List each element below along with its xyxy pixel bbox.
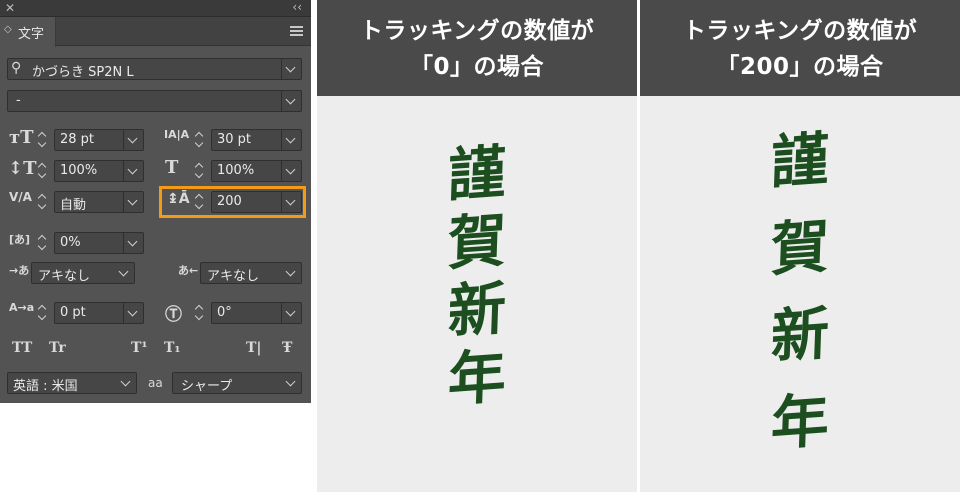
tab-character[interactable]: ◇ 文字 xyxy=(0,17,56,47)
calligraphy-char: 年 xyxy=(769,385,831,459)
chevron-down-icon xyxy=(120,379,132,387)
aki-after-value: アキなし xyxy=(207,269,260,284)
card-header-line1: トラッキングの数値が xyxy=(359,18,595,44)
rotation-value: 0° xyxy=(217,305,232,320)
aki-before-value: アキなし xyxy=(38,269,91,284)
antialias-value: シャープ xyxy=(181,379,233,394)
chevron-down-icon xyxy=(285,269,297,277)
font-size-field[interactable]: 28 pt xyxy=(54,129,144,151)
close-icon[interactable]: ✕ xyxy=(5,0,15,16)
calligraphy-text: 謹 賀 新 年 xyxy=(750,118,850,466)
comparison-card-tracking-200: トラッキングの数値が 「200」の場合 謹 賀 新 年 xyxy=(640,0,960,492)
calligraphy-char: 謹 xyxy=(769,124,831,198)
vertical-scale-value: 100% xyxy=(60,163,98,178)
aki-after-select[interactable]: アキなし xyxy=(200,262,302,284)
rotation-icon: Ⓣ xyxy=(165,305,182,325)
baseline-shift-value: 0 pt xyxy=(60,305,86,320)
aki-before-select[interactable]: アキなし xyxy=(31,262,135,284)
horizontal-scale-field[interactable]: 100% xyxy=(211,160,302,182)
font-size-stepper[interactable] xyxy=(35,129,51,151)
font-style-select[interactable]: - xyxy=(7,90,302,112)
tsume-field[interactable]: 0% xyxy=(54,232,144,254)
card-header: トラッキングの数値が 「200」の場合 xyxy=(640,0,960,96)
small-caps-icon[interactable]: Tr xyxy=(49,340,66,356)
tab-bar: ◇ 文字 xyxy=(0,17,311,47)
language-value: 英語 : 米国 xyxy=(13,379,78,394)
chevron-down-icon xyxy=(285,379,297,387)
underline-icon[interactable]: T| xyxy=(246,340,262,356)
horizontal-scale-icon: T xyxy=(165,157,179,178)
rotation-field[interactable]: 0° xyxy=(211,302,302,324)
calligraphy-char: 新 xyxy=(446,273,508,347)
tsume-icon: [あ] xyxy=(9,233,31,246)
tsume-value: 0% xyxy=(60,235,81,250)
antialias-icon: aa xyxy=(148,376,163,390)
subscript-icon[interactable]: T₁ xyxy=(164,340,181,356)
chevron-down-icon xyxy=(285,136,297,144)
calligraphy-char: 賀 xyxy=(769,211,831,285)
calligraphy-char: 謹 xyxy=(446,137,508,211)
all-caps-icon[interactable]: TT xyxy=(12,340,32,356)
baseline-shift-field[interactable]: 0 pt xyxy=(54,302,144,324)
chevron-down-icon xyxy=(285,97,297,105)
chevron-down-icon xyxy=(127,136,139,144)
chevron-down-icon xyxy=(285,167,297,175)
card-header-line2: 「200」の場合 xyxy=(716,54,884,80)
kerning-icon: V/A xyxy=(9,190,32,204)
leading-stepper[interactable] xyxy=(192,129,208,151)
horizontal-scale-stepper[interactable] xyxy=(192,160,208,182)
kerning-stepper[interactable] xyxy=(35,191,51,213)
leading-field[interactable]: 30 pt xyxy=(211,129,302,151)
strikethrough-icon[interactable]: Ŧ xyxy=(282,340,292,356)
leading-value: 30 pt xyxy=(217,132,252,147)
font-family-select[interactable]: かづらき SP2N L ⚲ xyxy=(7,58,302,80)
collapse-icon[interactable]: ‹‹ xyxy=(292,0,302,15)
tsume-stepper[interactable] xyxy=(35,232,51,254)
font-size-icon: ᴛT xyxy=(9,127,34,148)
search-icon: ⚲ xyxy=(11,60,22,76)
chevron-down-icon xyxy=(127,198,139,206)
horizontal-scale-value: 100% xyxy=(217,163,255,178)
card-header-line1: トラッキングの数値が xyxy=(682,18,918,44)
comparison-card-tracking-0: トラッキングの数値が 「0」の場合 謹 賀 新 年 xyxy=(317,0,637,492)
superscript-icon[interactable]: T¹ xyxy=(131,340,148,356)
chevron-down-icon xyxy=(127,167,139,175)
calligraphy-char: 賀 xyxy=(446,205,508,279)
chevron-down-icon xyxy=(127,309,139,317)
card-header: トラッキングの数値が 「0」の場合 xyxy=(317,0,637,96)
aki-after-icon: あ← xyxy=(178,264,199,277)
font-style-value: - xyxy=(16,93,21,108)
font-size-value: 28 pt xyxy=(60,132,95,147)
rotation-stepper[interactable] xyxy=(192,302,208,324)
vertical-scale-field[interactable]: 100% xyxy=(54,160,144,182)
chevron-down-icon xyxy=(285,309,297,317)
tab-label: 文字 xyxy=(18,27,45,42)
aki-before-icon: →あ xyxy=(9,264,30,277)
panel-menu-icon[interactable] xyxy=(290,26,303,36)
character-panel: ✕ ‹‹ ◇ 文字 かづらき SP2N L ⚲ - ᴛT 28 pt IA|A … xyxy=(0,0,311,403)
chevron-down-icon xyxy=(118,269,130,277)
chevron-updown-icon: ◇ xyxy=(4,24,12,35)
chevron-down-icon xyxy=(285,65,297,73)
panel-titlebar: ✕ ‹‹ xyxy=(0,0,311,17)
font-family-value: かづらき SP2N L xyxy=(32,65,134,80)
language-select[interactable]: 英語 : 米国 xyxy=(7,372,137,394)
antialias-select[interactable]: シャープ xyxy=(172,372,302,394)
calligraphy-char: 新 xyxy=(769,298,831,372)
baseline-shift-stepper[interactable] xyxy=(35,302,51,324)
calligraphy-text: 謹 賀 新 年 xyxy=(427,138,527,415)
calligraphy-char: 年 xyxy=(446,341,508,415)
vertical-scale-stepper[interactable] xyxy=(35,160,51,182)
leading-icon: IA|A xyxy=(164,128,190,141)
kerning-value: 自動 xyxy=(60,198,87,213)
tracking-highlight xyxy=(159,186,306,218)
baseline-shift-icon: A→a xyxy=(9,301,35,314)
chevron-down-icon xyxy=(127,239,139,247)
vertical-scale-icon: ↕T xyxy=(8,158,37,179)
kerning-field[interactable]: 自動 xyxy=(54,191,144,213)
card-header-line2: 「0」の場合 xyxy=(409,54,544,80)
